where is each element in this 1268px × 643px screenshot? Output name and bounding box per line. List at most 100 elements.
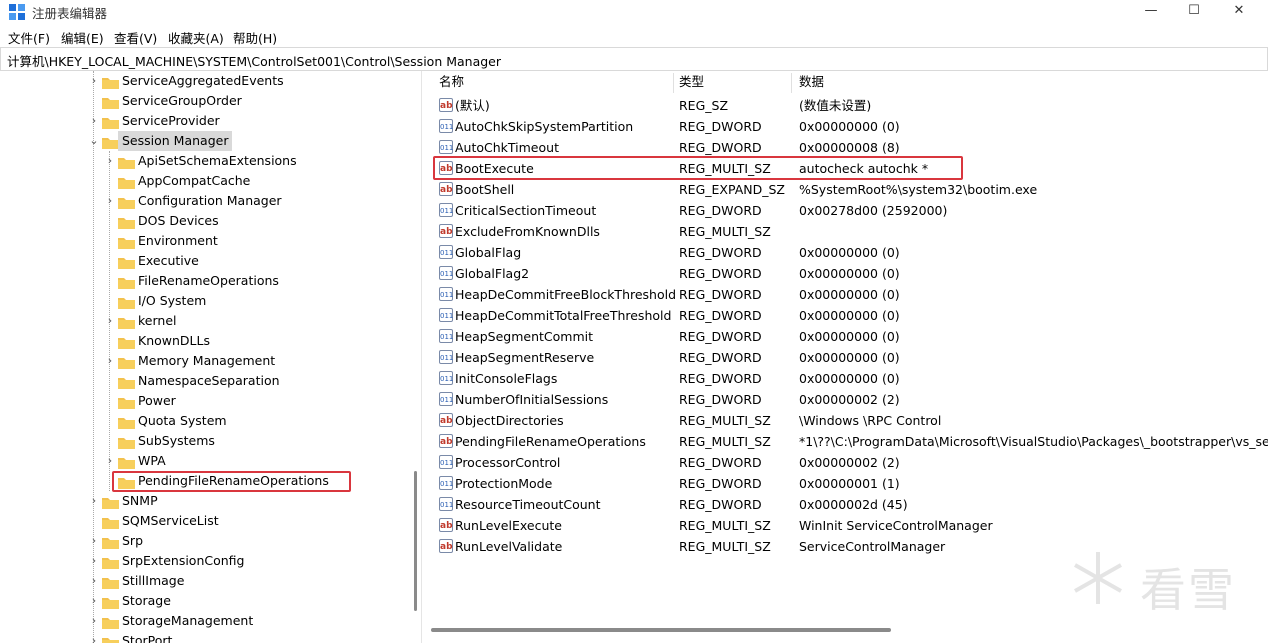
value-data: 0x00000000 (0)	[799, 350, 900, 365]
folder-icon	[102, 635, 119, 643]
value-row[interactable]: 011 ProtectionMode REG_DWORD 0x00000001 (1)	[431, 473, 1268, 494]
value-name: ProtectionMode	[455, 476, 553, 491]
value-row[interactable]: 011 HeapSegmentCommit REG_DWORD 0x00000000 …	[431, 326, 1268, 347]
binary-value-icon: 011	[439, 245, 453, 259]
chevron-right-icon[interactable]: ›	[88, 111, 100, 131]
binary-value-icon: 011	[439, 476, 453, 490]
maximize-button[interactable]: ☐	[1171, 0, 1217, 24]
folder-icon	[102, 95, 119, 109]
value-row[interactable]: 011 InitConsoleFlags REG_DWORD 0x00000000 (…	[431, 368, 1268, 389]
chevron-down-icon[interactable]: ⌄	[88, 131, 100, 151]
tree-node-label: StorageManagement	[122, 613, 254, 628]
value-row[interactable]: 011 AutoChkTimeout REG_DWORD 0x00000008 (8)	[431, 137, 1268, 158]
folder-icon	[118, 235, 135, 249]
tree-node-label: kernel	[138, 313, 177, 328]
value-row[interactable]: 011 ResourceTimeoutCount REG_DWORD 0x000000…	[431, 494, 1268, 515]
chevron-right-icon[interactable]: ›	[88, 611, 100, 631]
chevron-right-icon[interactable]: ›	[88, 591, 100, 611]
menu-help[interactable]: 帮助(H)	[233, 28, 277, 47]
value-data: 0x00000002 (2)	[799, 455, 900, 470]
value-row[interactable]: ab (默认) REG_SZ (数值未设置)	[431, 95, 1268, 116]
chevron-right-icon[interactable]: ›	[88, 631, 100, 643]
value-row[interactable]: 011 HeapDeCommitTotalFreeThreshold REG_DWO…	[431, 305, 1268, 326]
binary-value-icon: 011	[439, 350, 453, 364]
column-separator[interactable]	[673, 73, 674, 93]
folder-icon	[102, 575, 119, 589]
value-row[interactable]: ab ObjectDirectories REG_MULTI_SZ \Windows …	[431, 410, 1268, 431]
chevron-right-icon[interactable]: ›	[104, 451, 116, 471]
value-row[interactable]: 011 GlobalFlag2 REG_DWORD 0x00000000 (0)	[431, 263, 1268, 284]
value-row[interactable]: ab RunLevelExecute REG_MULTI_SZ WinInit Ser…	[431, 515, 1268, 536]
column-separator[interactable]	[791, 73, 792, 93]
value-row[interactable]: 011 CriticalSectionTimeout REG_DWORD 0x0027…	[431, 200, 1268, 221]
chevron-right-icon[interactable]: ›	[88, 531, 100, 551]
value-data: (数值未设置)	[799, 98, 872, 113]
column-header-name[interactable]: 名称	[439, 71, 464, 93]
chevron-right-icon[interactable]: ›	[104, 191, 116, 211]
chevron-right-icon[interactable]: ›	[88, 551, 100, 571]
window-title: 注册表编辑器	[32, 6, 108, 21]
value-row[interactable]: ab PendingFileRenameOperations REG_MULTI_S…	[431, 431, 1268, 452]
chevron-right-icon[interactable]: ›	[104, 351, 116, 371]
tree-node-label: StillImage	[122, 573, 185, 588]
value-row[interactable]: ab ExcludeFromKnownDlls REG_MULTI_SZ	[431, 221, 1268, 242]
value-type: REG_DWORD	[679, 287, 762, 302]
menu-edit[interactable]: 编辑(E)	[61, 28, 104, 47]
tree-node-label: SNMP	[122, 493, 158, 508]
string-value-icon: ab	[439, 413, 453, 427]
menu-file[interactable]: 文件(F)	[8, 28, 50, 47]
value-row[interactable]: 011 GlobalFlag REG_DWORD 0x00000000 (0)	[431, 242, 1268, 263]
column-header-data[interactable]: 数据	[799, 71, 824, 93]
tree-node-label: SQMServiceList	[122, 513, 219, 528]
folder-icon	[102, 555, 119, 569]
chevron-right-icon[interactable]: ›	[104, 151, 116, 171]
value-data: 0x00000000 (0)	[799, 371, 900, 386]
tree-node-label: ServiceAggregatedEvents	[122, 73, 284, 88]
folder-icon	[102, 75, 119, 89]
address-bar[interactable]: 计算机\HKEY_LOCAL_MACHINE\SYSTEM\ControlSet…	[0, 47, 1268, 71]
string-value-icon: ab	[439, 224, 453, 238]
tree-scrollbar[interactable]	[414, 471, 417, 611]
tree-node-label: SrpExtensionConfig	[122, 553, 245, 568]
menu-view[interactable]: 查看(V)	[114, 28, 157, 47]
tree-node-label: ServiceProvider	[122, 113, 220, 128]
value-row[interactable]: 011 AutoChkSkipSystemPartition REG_DWORD 0x…	[431, 116, 1268, 137]
tree-node-label: Executive	[138, 253, 199, 268]
value-name: HeapSegmentReserve	[455, 350, 595, 365]
close-button[interactable]: ✕	[1216, 0, 1262, 24]
value-data: 0x00000000 (0)	[799, 266, 900, 281]
column-header-type[interactable]: 类型	[679, 71, 704, 93]
folder-icon	[118, 355, 135, 369]
chevron-right-icon[interactable]: ›	[104, 311, 116, 331]
folder-icon	[118, 255, 135, 269]
value-type: REG_MULTI_SZ	[679, 518, 771, 533]
tree-node-label: StorPort	[122, 633, 173, 643]
value-row[interactable]: 011 HeapDeCommitFreeBlockThreshold REG_DWO…	[431, 284, 1268, 305]
value-name: ExcludeFromKnownDlls	[455, 224, 600, 239]
snowflake-icon	[1074, 552, 1122, 604]
value-data: 0x00278d00 (2592000)	[799, 203, 948, 218]
value-data: 0x00000000 (0)	[799, 308, 900, 323]
chevron-right-icon[interactable]: ›	[88, 491, 100, 511]
binary-value-icon: 011	[439, 497, 453, 511]
binary-value-icon: 011	[439, 392, 453, 406]
value-type: REG_DWORD	[679, 350, 762, 365]
minimize-button[interactable]: —	[1128, 0, 1174, 24]
value-row[interactable]: ab BootShell REG_EXPAND_SZ %SystemRoot%\sys…	[431, 179, 1268, 200]
folder-icon	[102, 135, 119, 149]
value-data: %SystemRoot%\system32\bootim.exe	[799, 182, 1038, 197]
key-tree-pane[interactable]: › ServiceAggregatedEvents ServiceGroupOrde…	[0, 71, 422, 643]
value-row[interactable]: 011 ProcessorControl REG_DWORD 0x00000002 (…	[431, 452, 1268, 473]
chevron-right-icon[interactable]: ›	[88, 71, 100, 91]
menu-favorites[interactable]: 收藏夹(A)	[168, 28, 224, 47]
values-horizontal-scrollbar[interactable]	[431, 628, 891, 632]
value-row[interactable]: 011 NumberOfInitialSessions REG_DWORD 0x000…	[431, 389, 1268, 410]
value-row[interactable]: 011 HeapSegmentReserve REG_DWORD 0x00000000…	[431, 347, 1268, 368]
value-data: 0x00000000 (0)	[799, 329, 900, 344]
folder-icon	[118, 315, 135, 329]
tree-node-label: KnownDLLs	[138, 333, 210, 348]
folder-icon	[102, 535, 119, 549]
string-value-icon: ab	[439, 518, 453, 532]
chevron-right-icon[interactable]: ›	[88, 571, 100, 591]
tree-node-label: FileRenameOperations	[138, 273, 279, 288]
